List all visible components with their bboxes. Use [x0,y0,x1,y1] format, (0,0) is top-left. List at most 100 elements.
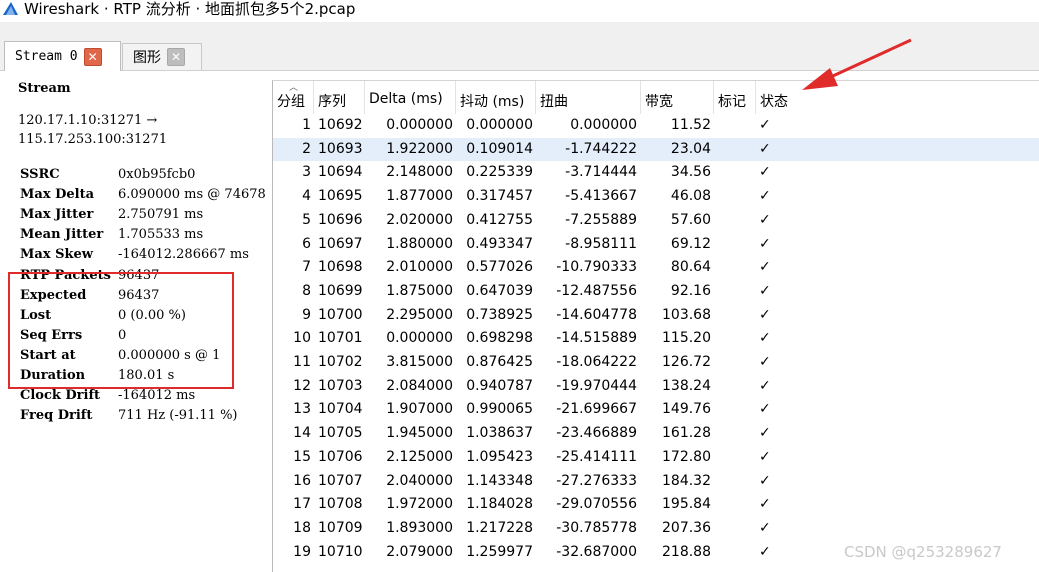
sort-ascending-icon: ︿ [289,83,299,93]
cell-delta: 2.084000 [386,377,453,394]
cell-delta: 1.880000 [386,235,453,252]
table-row[interactable]: 1 10692 0.000000 0.000000 0.000000 11.52 ✓ [273,114,1039,138]
cell-sequence: 10703 [318,377,363,394]
cell-delta: 1.907000 [386,401,453,418]
column-header-bandwidth[interactable]: 带宽 [641,81,714,114]
cell-packet: 8 [302,282,311,299]
cell-jitter: 1.143348 [466,472,533,489]
cell-status: ✓ [759,211,771,228]
cell-delta: 1.877000 [386,188,453,205]
cell-status: ✓ [759,117,771,133]
table-row[interactable]: 18 10709 1.893000 1.217228 -30.785778 207.36 ✓ [273,517,1039,541]
cell-delta: 3.815000 [386,354,453,370]
cell-sequence: 10696 [318,211,363,228]
cell-skew: -21.699667 [556,401,637,418]
table-row[interactable]: 10 10701 0.000000 0.698298 -14.515889 115.20 ✓ [273,327,1039,351]
stream-field-value: 1.705533 ms [118,227,204,243]
tab-graph[interactable]: 图形 ✕ [122,43,202,70]
cell-skew: -29.070556 [556,496,637,513]
cell-sequence: 10698 [318,259,363,276]
cell-bandwidth: 23.04 [670,140,711,157]
table-row[interactable]: 9 10700 2.295000 0.738925 -14.604778 103.68 ✓ [273,304,1039,328]
table-row[interactable]: 8 10699 1.875000 0.647039 -12.487556 92.16 ✓ [273,280,1039,304]
cell-skew: -19.970444 [556,377,637,394]
table-row[interactable]: 3 10694 2.148000 0.225339 -3.714444 34.56 ✓ [273,161,1039,185]
cell-skew: -5.413667 [565,188,637,205]
cell-skew: -12.487556 [556,282,637,299]
cell-delta: 1.893000 [386,519,453,536]
cell-packet: 1 [302,117,311,133]
table-row[interactable]: 4 10695 1.877000 0.317457 -5.413667 46.08 ✓ [273,185,1039,209]
cell-bandwidth: 92.16 [670,282,711,299]
table-row[interactable]: 12 10703 2.084000 0.940787 -19.970444 138.24 ✓ [273,375,1039,399]
stream-field-key: Clock Drift [20,388,101,404]
cell-status: ✓ [759,496,771,513]
cell-delta: 1.875000 [386,282,453,299]
table-row[interactable]: 16 10707 2.040000 1.143348 -27.276333 184.32 ✓ [273,470,1039,494]
stream-field-value: -164012.286667 ms [118,247,249,263]
cell-jitter: 0.940787 [466,377,533,394]
cell-sequence: 10706 [318,448,363,465]
cell-delta: 2.125000 [386,448,453,465]
table-row[interactable]: 2 10693 1.922000 0.109014 -1.744222 23.04 ✓ [273,137,1039,162]
column-header-sequence[interactable]: 序列 [314,81,365,114]
cell-status: ✓ [759,472,771,489]
cell-delta: 2.010000 [386,259,453,276]
stream-field-value: 2.750791 ms [118,207,204,223]
cell-bandwidth: 80.64 [670,259,711,276]
cell-status: ✓ [759,306,771,323]
cell-bandwidth: 195.84 [662,496,711,513]
cell-skew: -3.714444 [565,164,637,181]
cell-packet: 14 [293,425,311,442]
stream-heading: Stream [18,81,71,96]
cell-packet: 5 [302,211,311,228]
cell-sequence: 10701 [318,330,363,347]
column-header-packet[interactable]: ︿ 分组 [273,81,314,114]
cell-sequence: 10710 [318,543,363,560]
tab-stream-0[interactable]: Stream 0 ✕ [4,41,121,71]
cell-jitter: 0.225339 [466,164,533,181]
table-row[interactable]: 6 10697 1.880000 0.493347 -8.958111 69.12 ✓ [273,233,1039,257]
cell-status: ✓ [759,164,771,181]
cell-jitter: 0.493347 [466,235,533,252]
cell-status: ✓ [759,543,771,560]
cell-packet: 2 [302,140,311,157]
cell-skew: -10.790333 [556,259,637,276]
cell-bandwidth: 46.08 [670,188,711,205]
cell-packet: 3 [302,164,311,181]
table-row[interactable]: 17 10708 1.972000 1.184028 -29.070556 195.84 ✓ [273,493,1039,517]
column-header-jitter[interactable]: 抖动 (ms) [456,81,536,114]
cell-sequence: 10705 [318,425,363,442]
table-row[interactable]: 13 10704 1.907000 0.990065 -21.699667 149.76 ✓ [273,398,1039,422]
cell-jitter: 0.738925 [466,306,533,323]
column-header-delta[interactable]: Delta (ms) [365,81,456,114]
cell-status: ✓ [759,235,771,252]
cell-status: ✓ [759,425,771,442]
close-icon[interactable]: ✕ [167,48,185,66]
cell-packet: 19 [293,543,311,560]
cell-status: ✓ [759,354,771,370]
cell-bandwidth: 115.20 [662,330,711,347]
cell-skew: -27.276333 [556,472,637,489]
table-row[interactable]: 7 10698 2.010000 0.577026 -10.790333 80.64 ✓ [273,256,1039,280]
stream-route-destination: 115.17.253.100:31271 [18,132,168,147]
table-row[interactable]: 14 10705 1.945000 1.038637 -23.466889 161.28 ✓ [273,422,1039,446]
cell-skew: -30.785778 [556,519,637,536]
window-title: Wireshark · RTP 流分析 · 地面抓包多5个2.pcap [24,0,356,18]
table-row[interactable]: 11 10702 3.815000 0.876425 -18.064222 126.72 ✓ [273,351,1039,375]
column-header-skew[interactable]: 扭曲 [536,81,641,114]
column-header-marker[interactable]: 标记 [714,81,756,114]
cell-delta: 0.000000 [386,330,453,347]
close-icon[interactable]: ✕ [83,47,102,66]
annotation-arrow-icon [802,38,912,90]
cell-status: ✓ [759,282,771,299]
table-row[interactable]: 15 10706 2.125000 1.095423 -25.414111 172.80 ✓ [273,446,1039,470]
cell-delta: 2.079000 [386,543,453,560]
cell-skew: -18.064222 [556,354,637,370]
cell-bandwidth: 34.56 [670,164,711,181]
cell-status: ✓ [759,330,771,347]
table-row[interactable]: 5 10696 2.020000 0.412755 -7.255889 57.60 ✓ [273,209,1039,233]
stream-field-key: Max Jitter [20,207,94,223]
stream-info-panel: Stream 120.17.1.10:31271 → 115.17.253.10… [0,71,272,571]
cell-sequence: 10707 [318,472,363,489]
